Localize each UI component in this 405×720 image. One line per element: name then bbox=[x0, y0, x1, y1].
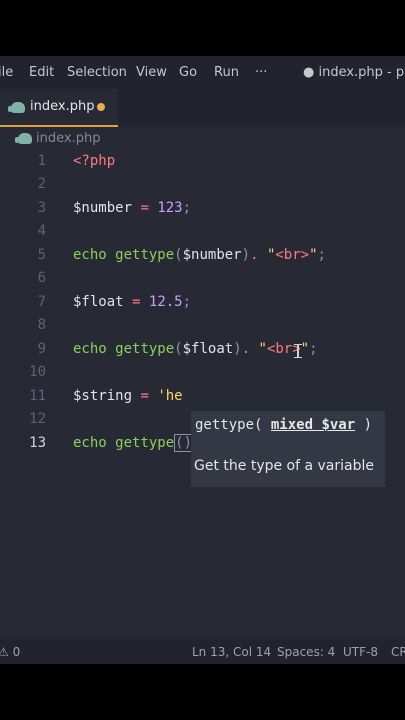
line-number: 1 bbox=[37, 153, 46, 169]
line-number: 10 bbox=[29, 364, 46, 380]
code-line: 6 bbox=[0, 268, 405, 291]
code-line: 7 $float = 12.5; bbox=[0, 292, 405, 315]
tab-index-php[interactable]: index.php bbox=[0, 89, 118, 127]
tab-label: index.php bbox=[30, 99, 95, 114]
indentation-status[interactable]: Spaces: 4 bbox=[277, 645, 335, 659]
code-text: $number = 123; bbox=[73, 200, 192, 216]
text-cursor-icon bbox=[294, 344, 302, 358]
line-number: 8 bbox=[37, 317, 46, 333]
menu-selection[interactable]: Selection bbox=[67, 65, 127, 80]
signature: gettype( mixed $var ) bbox=[195, 417, 372, 433]
line-number: 9 bbox=[37, 341, 46, 357]
code-text: $float = 12.5; bbox=[73, 294, 192, 310]
line-number: 13 bbox=[29, 435, 46, 451]
code-line: 10 bbox=[0, 362, 405, 385]
code-text: $string = 'he bbox=[73, 388, 183, 404]
signature-close: ) bbox=[355, 417, 373, 433]
code-text: echo gettype($float). "<br>"; bbox=[73, 341, 318, 357]
code-line: 2 bbox=[0, 174, 405, 197]
code-text: echo gettype($number). "<br>"; bbox=[73, 247, 326, 263]
breadcrumb: index.php bbox=[0, 127, 405, 151]
line-number: 6 bbox=[37, 270, 46, 286]
signature-description: Get the type of a variable bbox=[194, 458, 375, 474]
signature-param: mixed $var bbox=[270, 417, 356, 433]
problems-indicator[interactable]: ⚠ 0 bbox=[0, 645, 20, 659]
encoding-status[interactable]: UTF-8 bbox=[343, 645, 378, 659]
menu-file[interactable]: ile bbox=[0, 65, 13, 80]
menu-run[interactable]: Run bbox=[214, 65, 239, 80]
window-title: ● index.php - php - bbox=[303, 65, 405, 80]
menu-view[interactable]: View bbox=[136, 65, 167, 80]
signature-function: gettype( bbox=[195, 417, 263, 433]
menu-edit[interactable]: Edit bbox=[29, 65, 54, 80]
status-bar: ⚠ 0 Ln 13, Col 14 Spaces: 4 UTF-8 CR bbox=[0, 639, 405, 664]
code-line: 4 bbox=[0, 221, 405, 244]
menu-bar: ile Edit Selection View Go Run ··· ● ind… bbox=[0, 56, 405, 89]
editor-window: ile Edit Selection View Go Run ··· ● ind… bbox=[0, 56, 405, 664]
code-line: 8 bbox=[0, 315, 405, 338]
line-number: 4 bbox=[37, 223, 46, 239]
tab-bar: index.php bbox=[0, 89, 405, 127]
code-line: 3 $number = 123; bbox=[0, 198, 405, 221]
php-file-icon bbox=[15, 133, 32, 144]
unsaved-dot-icon[interactable] bbox=[97, 103, 105, 111]
menu-go[interactable]: Go bbox=[179, 65, 197, 80]
code-line: 11 $string = 'he bbox=[0, 386, 405, 409]
cursor-position[interactable]: Ln 13, Col 14 bbox=[192, 645, 271, 659]
line-number: 3 bbox=[37, 200, 46, 216]
code-line: 5 echo gettype($number). "<br>"; bbox=[0, 245, 405, 268]
code-line: 1 <?php bbox=[0, 151, 405, 174]
code-line: 9 echo gettype($float). "<br>"; bbox=[0, 339, 405, 362]
breadcrumb-file[interactable]: index.php bbox=[36, 131, 100, 146]
line-number: 12 bbox=[29, 411, 46, 427]
menu-more-icon[interactable]: ··· bbox=[255, 65, 267, 80]
code-text: <?php bbox=[73, 153, 116, 169]
line-number: 7 bbox=[37, 294, 46, 310]
php-file-icon bbox=[8, 102, 25, 113]
eol-status[interactable]: CR bbox=[391, 645, 405, 659]
line-number: 2 bbox=[37, 176, 46, 192]
code-editor[interactable]: 1 <?php 2 3 $number = 123; 4 5 echo gett… bbox=[0, 151, 405, 641]
code-text: echo gettype() bbox=[73, 434, 194, 452]
line-number: 11 bbox=[29, 388, 46, 404]
line-number: 5 bbox=[37, 247, 46, 263]
signature-help-tooltip: gettype( mixed $var ) Get the type of a … bbox=[191, 411, 385, 487]
